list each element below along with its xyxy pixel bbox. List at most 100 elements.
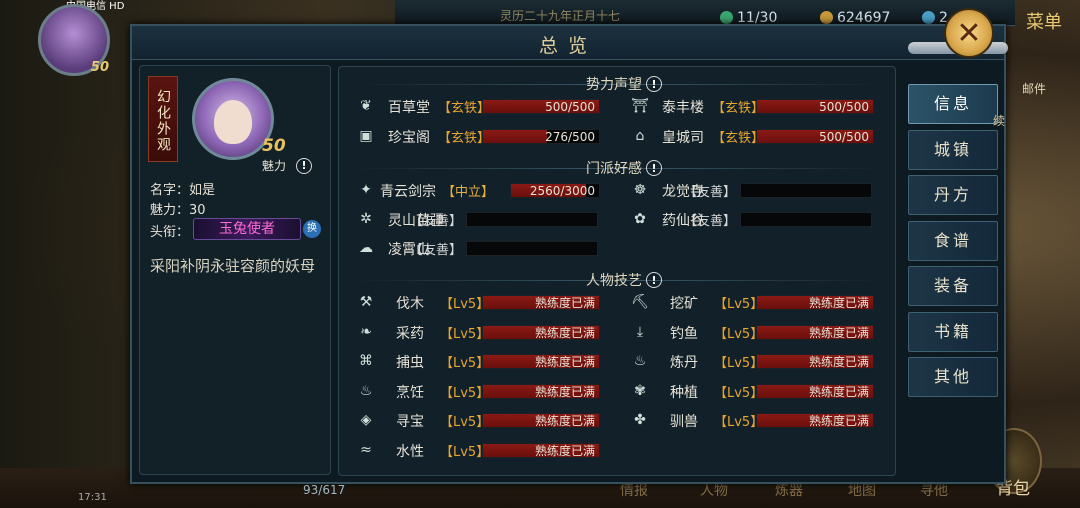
tab-6[interactable]: 其他	[908, 357, 998, 397]
progress-value: 熟练度已满	[534, 296, 595, 310]
list-item[interactable]: ⛏ 挖矿 【Lv5】 熟练度已满	[630, 292, 878, 312]
progress-value: 熟练度已满	[534, 355, 595, 369]
progress-bar: 276/500	[482, 129, 600, 144]
progress-bar	[466, 212, 598, 227]
list-item[interactable]: ⤓ 钓鱼 【Lv5】 熟练度已满	[630, 322, 878, 342]
palace-icon: ⌂	[635, 128, 645, 144]
stamina-readout: 93/617	[303, 483, 346, 497]
pickaxe-icon: ⛏	[631, 294, 649, 310]
progress-bar: 熟练度已满	[756, 354, 874, 369]
item-name: 炼丹	[670, 355, 698, 371]
progress-bar	[740, 212, 872, 227]
reputation-header: 势力声望!	[586, 74, 662, 94]
list-item[interactable]: ≈ 水性 【Lv5】 熟练度已满	[356, 440, 604, 460]
progress-bar: 熟练度已满	[482, 324, 600, 340]
tab-2[interactable]: 丹方	[908, 175, 998, 215]
list-item[interactable]: ⛩ 泰丰楼 【玄铁】 500/500	[630, 96, 878, 116]
list-item[interactable]: ☸ 龙觉寺 【友善】	[630, 180, 876, 200]
item-name: 烹饪	[396, 384, 424, 401]
swap-title-icon[interactable]: 换	[303, 220, 321, 238]
item-name: 钓鱼	[670, 325, 698, 342]
tower-icon: ⛩	[631, 98, 649, 114]
item-name: 百草堂	[388, 100, 430, 116]
list-item[interactable]: ⚒ 伐木 【Lv5】 熟练度已满	[356, 292, 604, 312]
progress-value: 276/500	[545, 130, 595, 144]
charm-info-button[interactable]: !	[296, 155, 314, 174]
list-item[interactable]: ✾ 种植 【Lv5】 熟练度已满	[630, 381, 878, 401]
treasure-icon: ◈	[360, 412, 372, 428]
energy-icon	[720, 11, 733, 24]
list-item[interactable]: ⌘ 捕虫 【Lv5】 熟练度已满	[356, 351, 604, 371]
progress-bar: 熟练度已满	[756, 324, 874, 340]
tab-0[interactable]: 信息	[908, 84, 998, 124]
progress-bar: 500/500	[756, 99, 874, 114]
progress-bar: 熟练度已满	[482, 413, 600, 428]
progress-bar: 熟练度已满	[756, 295, 874, 310]
player-avatar[interactable]: 50	[38, 4, 110, 76]
skills-header: 人物技艺!	[586, 270, 662, 290]
tab-4[interactable]: 装备	[908, 266, 998, 306]
progress-bar	[466, 241, 598, 256]
info-icon: !	[296, 157, 312, 174]
mail-button[interactable]: 邮件	[1022, 80, 1046, 97]
list-item[interactable]: ◈ 寻宝 【Lv5】 熟练度已满	[356, 410, 604, 430]
item-tag: 【友善】	[684, 214, 737, 229]
lotus-icon: ✿	[634, 211, 646, 227]
sect-info-icon[interactable]: !	[646, 160, 662, 176]
item-name: 驯兽	[670, 414, 698, 430]
buddha-icon: ☸	[633, 182, 647, 198]
list-item[interactable]: ♨ 炼丹 【Lv5】 熟练度已满	[630, 351, 878, 371]
sprout-icon: ✾	[634, 382, 646, 399]
close-button[interactable]: ✕	[944, 8, 994, 58]
charisma-label: 魅力：	[150, 203, 190, 218]
coin-icon	[820, 11, 833, 24]
item-tag: 【友善】	[410, 214, 463, 229]
list-item[interactable]: ❧ 采药 【Lv5】 熟练度已满	[356, 322, 604, 342]
progress-bar: 熟练度已满	[482, 442, 600, 458]
sword-icon: ✦	[360, 182, 372, 198]
progress-value: 熟练度已满	[534, 443, 595, 458]
cooking-icon: ♨	[359, 382, 373, 399]
item-name: 珍宝阁	[388, 130, 430, 146]
menu-button[interactable]: 菜单	[1026, 8, 1062, 34]
cloud-icon: ☁	[359, 240, 373, 256]
level-badge: 50	[262, 136, 286, 156]
list-item[interactable]: ❦ 百草堂 【玄铁】 500/500	[356, 96, 604, 116]
progress-value: 熟练度已满	[534, 414, 595, 428]
list-item[interactable]: ⌂ 皇城司 【玄铁】 500/500	[630, 126, 878, 146]
reputation-info-icon[interactable]: !	[646, 76, 662, 92]
butterfly-icon: ✲	[360, 211, 372, 227]
progress-bar: 熟练度已满	[482, 354, 600, 369]
title-badge[interactable]: 玉兔使者	[193, 218, 301, 240]
progress-value: 熟练度已满	[808, 384, 869, 399]
item-name: 捕虫	[396, 355, 424, 371]
progress-bar: 500/500	[756, 129, 874, 144]
charisma-row: 魅力：30	[150, 199, 206, 218]
avatar-level: 50	[90, 60, 109, 75]
list-item[interactable]: ▣ 珍宝阁 【玄铁】 276/500	[356, 126, 604, 146]
appearance-tag[interactable]: 幻化外观	[148, 76, 178, 162]
cauldron-icon: ♨	[633, 353, 647, 369]
tab-3[interactable]: 食谱	[908, 220, 998, 261]
list-item[interactable]: ♨ 烹饪 【Lv5】 熟练度已满	[356, 381, 604, 401]
list-item[interactable]: ✿ 药仙谷 【友善】	[630, 209, 876, 229]
item-name: 种植	[670, 384, 698, 401]
list-item[interactable]: ✦ 青云剑宗 【中立】 2560/3000	[356, 180, 604, 200]
item-name: 采药	[396, 325, 424, 342]
charm-label: 魅力	[262, 159, 287, 173]
close-icon: ✕	[956, 15, 982, 51]
ticker-text: 续	[993, 114, 1006, 128]
progress-bar: 熟练度已满	[756, 383, 874, 399]
sect-header: 门派好感!	[586, 158, 662, 178]
skills-info-icon[interactable]: !	[646, 272, 662, 288]
list-item[interactable]: ✲ 灵山苗疆 【友善】	[356, 209, 602, 229]
list-item[interactable]: ✤ 驯兽 【Lv5】 熟练度已满	[630, 410, 878, 430]
progress-value: 500/500	[819, 100, 869, 114]
tab-1[interactable]: 城镇	[908, 129, 998, 170]
name-label: 名字：	[150, 183, 190, 198]
item-tag: 【友善】	[684, 185, 737, 200]
tab-5[interactable]: 书籍	[908, 311, 998, 352]
water-icon: ≈	[360, 441, 372, 458]
list-item[interactable]: ☁ 凌霄山 【友善】	[356, 238, 602, 258]
sect-title: 门派好感	[586, 161, 642, 177]
